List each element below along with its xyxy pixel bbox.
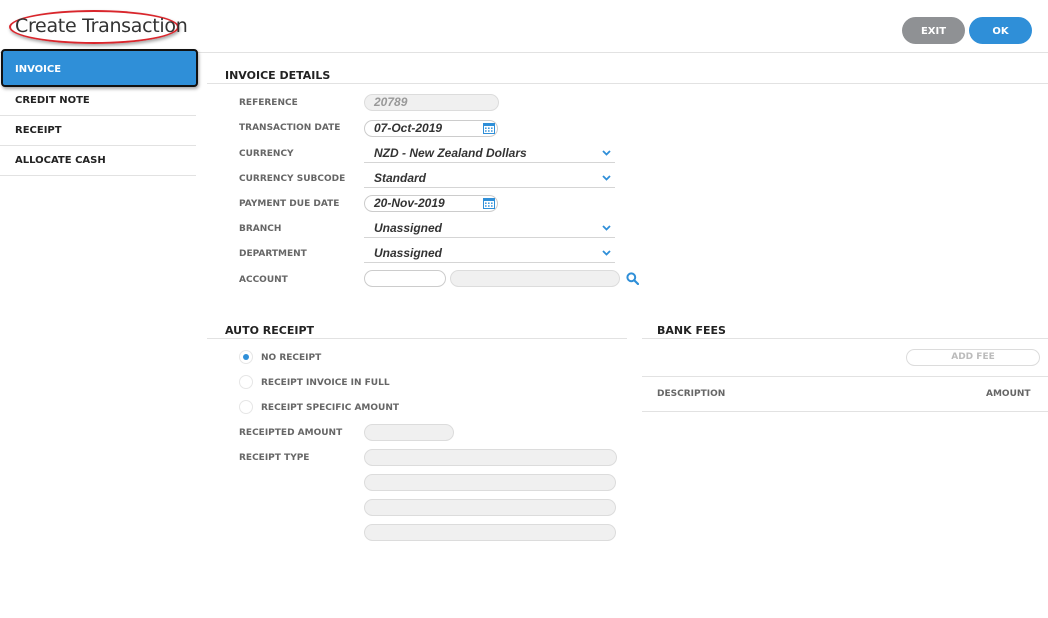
branch-label: BRANCH <box>239 224 282 234</box>
ok-button[interactable]: OK <box>969 17 1032 44</box>
currency-label: CURRENCY <box>239 149 294 159</box>
bank-fees-divider <box>642 338 1048 339</box>
bank-fees-table-top-line <box>642 376 1048 377</box>
branch-select[interactable]: Unassigned <box>364 219 615 238</box>
currency-subcode-label: CURRENCY SUBCODE <box>239 174 346 184</box>
account-name-field <box>450 270 620 287</box>
department-value: Unassigned <box>374 246 443 260</box>
transaction-date-field[interactable]: 07-Oct-2019 <box>364 120 498 137</box>
radio-receipt-invoice-in-full[interactable] <box>239 375 253 389</box>
receipt-type-field-1 <box>364 449 617 466</box>
add-fee-button[interactable]: ADD FEE <box>906 349 1040 366</box>
sidebar-item-receipt[interactable]: RECEIPT <box>0 116 196 146</box>
search-icon[interactable] <box>626 272 639 285</box>
currency-value: NZD - New Zealand Dollars <box>374 146 527 160</box>
exit-button[interactable]: EXIT <box>902 17 965 44</box>
currency-select[interactable]: NZD - New Zealand Dollars <box>364 144 615 163</box>
column-header-description: DESCRIPTION <box>657 389 726 399</box>
invoice-details-divider <box>207 83 1048 84</box>
receipted-amount-label: RECEIPTED AMOUNT <box>239 428 343 438</box>
reference-label: REFERENCE <box>239 98 298 108</box>
sidebar-item-credit-note[interactable]: CREDIT NOTE <box>0 86 196 116</box>
receipt-specific-amount-label: RECEIPT SPECIFIC AMOUNT <box>261 403 400 413</box>
page-title-wrapper: Create Transaction <box>9 10 188 44</box>
receipt-type-label: RECEIPT TYPE <box>239 453 310 463</box>
column-header-amount: AMOUNT <box>986 389 1031 399</box>
radio-receipt-specific-amount[interactable] <box>239 400 253 414</box>
chevron-down-icon <box>602 150 611 156</box>
reference-field: 20789 <box>364 94 499 111</box>
calendar-icon[interactable] <box>483 122 495 134</box>
no-receipt-label: NO RECEIPT <box>261 353 322 363</box>
receipt-type-field-3 <box>364 499 616 516</box>
department-select[interactable]: Unassigned <box>364 244 615 263</box>
branch-value: Unassigned <box>374 221 443 235</box>
currency-subcode-value: Standard <box>374 171 427 185</box>
bank-fees-table-header-line <box>642 411 1048 412</box>
bank-fees-title: BANK FEES <box>657 324 726 337</box>
account-code-input[interactable] <box>364 270 446 287</box>
chevron-down-icon <box>602 250 611 256</box>
page-title: Create Transaction <box>15 15 188 37</box>
invoice-details-title: INVOICE DETAILS <box>225 69 331 82</box>
currency-subcode-select[interactable]: Standard <box>364 169 615 188</box>
department-label: DEPARTMENT <box>239 249 307 259</box>
receipted-amount-field <box>364 424 454 441</box>
auto-receipt-title: AUTO RECEIPT <box>225 324 315 337</box>
chevron-down-icon <box>602 225 611 231</box>
payment-due-date-label: PAYMENT DUE DATE <box>239 199 340 209</box>
chevron-down-icon <box>602 175 611 181</box>
transaction-date-label: TRANSACTION DATE <box>239 123 341 133</box>
auto-receipt-divider <box>207 338 627 339</box>
receipt-invoice-in-full-label: RECEIPT INVOICE IN FULL <box>261 378 390 388</box>
account-label: ACCOUNT <box>239 275 288 285</box>
sidebar-item-invoice[interactable]: INVOICE <box>1 49 198 87</box>
sidebar-item-allocate-cash[interactable]: ALLOCATE CASH <box>0 146 196 176</box>
payment-due-date-field[interactable]: 20-Nov-2019 <box>364 195 498 212</box>
calendar-icon[interactable] <box>483 197 495 209</box>
radio-no-receipt[interactable] <box>239 350 253 364</box>
receipt-type-field-4 <box>364 524 616 541</box>
receipt-type-field-2 <box>364 474 616 491</box>
